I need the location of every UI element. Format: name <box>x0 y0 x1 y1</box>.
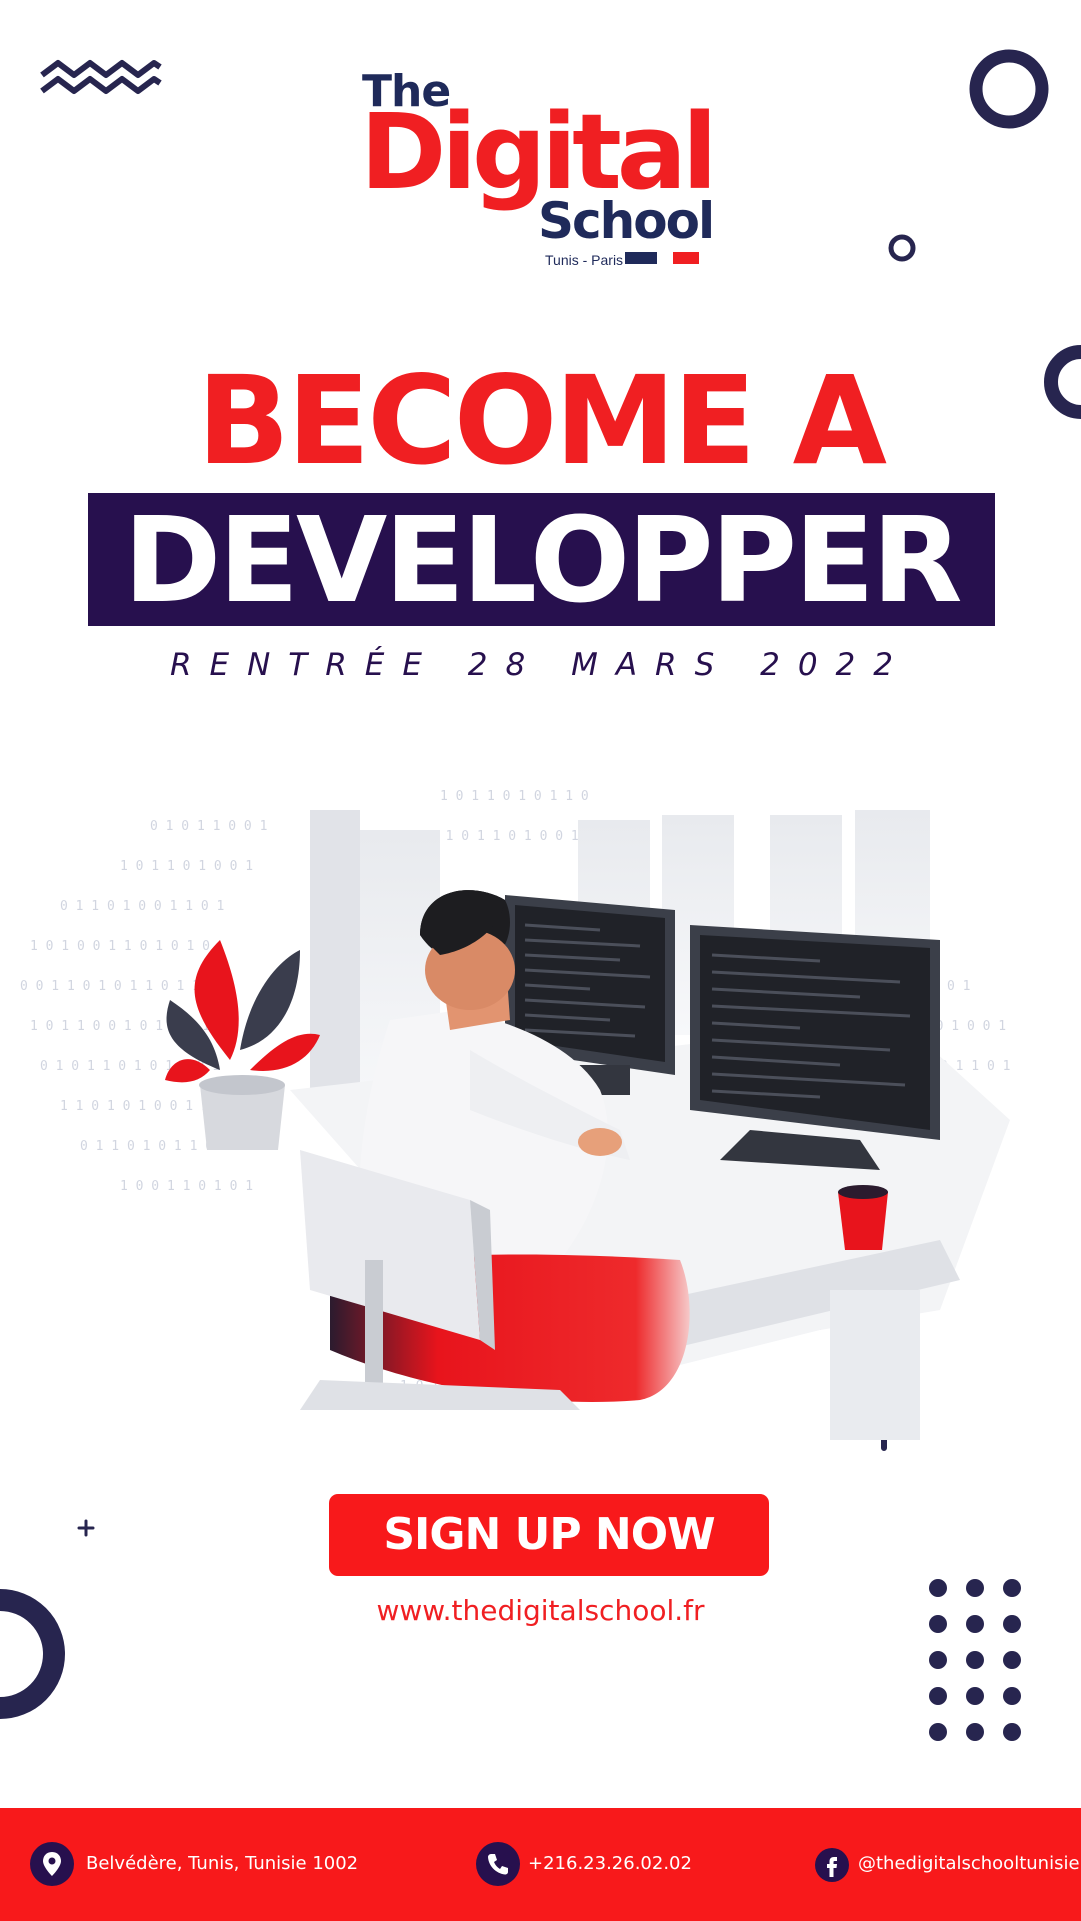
svg-text:1 0 1 1 0 1 0 0 1: 1 0 1 1 0 1 0 0 1 <box>120 859 253 874</box>
website-link[interactable]: www.thedigitalschool.fr <box>0 1594 1081 1627</box>
svg-text:1 0 1 0 0 1 1 0 1 0 1 0: 1 0 1 0 0 1 1 0 1 0 1 0 <box>30 939 210 954</box>
logo-school: School <box>538 192 715 250</box>
logo-digital: Digital <box>360 91 718 213</box>
facebook-icon[interactable] <box>815 1848 849 1882</box>
logo-locations: Tunis - Paris <box>545 252 624 268</box>
plus-decoration-small <box>77 1519 95 1537</box>
footer-phone: +216.23.26.02.02 <box>528 1853 692 1874</box>
red-cup <box>838 1185 888 1250</box>
signup-button[interactable]: SIGN UP NOW <box>329 1494 769 1576</box>
headline-line2: DEVELOPPER <box>123 491 962 629</box>
location-pin-icon <box>30 1842 74 1886</box>
svg-text:1 0 0 1 1 0 1 0 1: 1 0 0 1 1 0 1 0 1 <box>120 1179 253 1194</box>
headline-line1: BECOME A <box>196 350 887 492</box>
svg-text:0 1 1 0 1 0 0 1 1 0 1: 0 1 1 0 1 0 0 1 1 0 1 <box>60 899 224 914</box>
developer-illustration: 0 1 0 1 1 0 0 1 1 0 1 1 0 1 0 0 1 0 1 1 … <box>20 789 1010 1440</box>
svg-text:0 0 1 1 0 1 0 1 1 0 1 1: 0 0 1 1 0 1 0 1 1 0 1 1 <box>20 979 200 994</box>
phone-icon <box>476 1842 520 1886</box>
ring-decoration-small <box>888 234 916 262</box>
svg-text:1 1 0 1 0 1 0 0 1 1 0: 1 1 0 1 0 1 0 0 1 1 0 <box>60 1099 224 1114</box>
svg-text:1 0 1 1 0 1 0 1 1 0: 1 0 1 1 0 1 0 1 1 0 <box>440 789 589 804</box>
zigzag-decoration <box>40 60 162 94</box>
svg-text:0 1 0 1 1 0 0 1: 0 1 0 1 1 0 0 1 <box>150 819 267 834</box>
footer-social[interactable]: @thedigitalschooltunisie <box>858 1853 1080 1874</box>
start-date: RENTRÉE 28 MARS 2022 <box>169 647 912 683</box>
svg-text:0 1 0 1 1 0 1 0 0 1: 0 1 0 1 1 0 1 0 0 1 <box>430 829 579 844</box>
logo-flag <box>625 252 699 264</box>
potted-plant <box>165 940 320 1150</box>
ring-decoration-large <box>969 49 1049 129</box>
logo: The Digital School Tunis - Paris <box>340 60 760 275</box>
footer-address: Belvédère, Tunis, Tunisie 1002 <box>86 1853 359 1874</box>
